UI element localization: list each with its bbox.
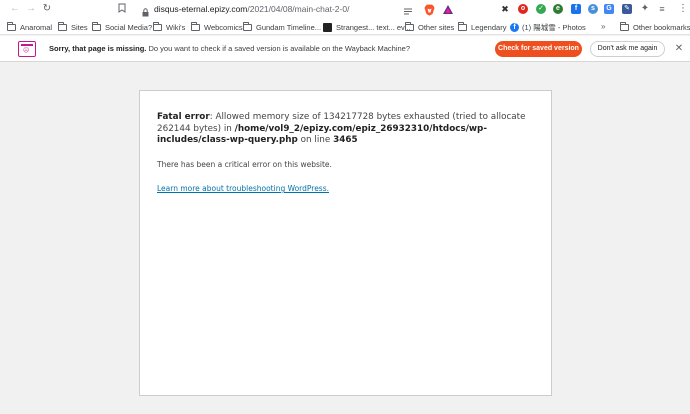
site-favicon-icon	[323, 22, 332, 32]
bookmark-icon[interactable]	[118, 3, 128, 15]
folder-icon	[405, 21, 414, 31]
wayback-sad-page-icon: ☹	[18, 41, 36, 57]
folder-icon	[243, 21, 252, 31]
bookmark-folder-sites[interactable]: Sites	[58, 21, 88, 33]
kebab-menu-icon[interactable]: ⋮	[678, 3, 688, 15]
folder-icon	[458, 21, 467, 31]
bookmark-folder-webcomics[interactable]: Webcomics	[191, 21, 243, 33]
bookmark-folder-wikis[interactable]: Wiki's	[153, 21, 185, 33]
extension-pen-icon[interactable]: ✎	[622, 4, 632, 14]
bookmark-strangest-text[interactable]: Strangest... text... ev...	[323, 21, 410, 33]
reader-mode-icon[interactable]	[403, 4, 413, 15]
bookmark-facebook-photos[interactable]: f (1) 陽城雪 - Photos	[510, 21, 586, 33]
infobar-message: Sorry, that page is missing. Do you want…	[49, 44, 411, 53]
extension-green-icon[interactable]: e	[553, 4, 563, 14]
crossed-tools-icon[interactable]: ✖	[500, 4, 510, 14]
brave-shields-icon[interactable]	[424, 3, 435, 16]
critical-error-text: There has been a critical error on this …	[157, 160, 332, 169]
puzzle-extensions-icon[interactable]: ✦	[640, 4, 650, 14]
translate-icon[interactable]: G	[604, 4, 614, 14]
close-icon[interactable]: ✕	[674, 43, 684, 55]
shield-check-icon[interactable]: ✓	[536, 4, 546, 14]
extension-clock-icon[interactable]: s	[588, 4, 598, 14]
troubleshooting-link[interactable]: Learn more about troubleshooting WordPre…	[157, 184, 329, 194]
browser-toolbar: ← → ↻ disqus-eternal.epizy.com/2021/04/0…	[0, 0, 690, 19]
folder-icon	[58, 21, 67, 31]
ublock-icon[interactable]: o	[518, 4, 528, 14]
forward-arrow-icon[interactable]: →	[25, 3, 37, 15]
folder-icon	[92, 21, 101, 31]
extension-blue-icon[interactable]: f	[571, 4, 581, 14]
bookmark-folder-other-sites[interactable]: Other sites	[405, 21, 454, 33]
check-saved-version-button[interactable]: Check for saved version	[495, 41, 582, 57]
bookmark-folder-legendary[interactable]: Legendary	[458, 21, 506, 33]
bookmark-folder-social-media[interactable]: Social Media?	[92, 21, 152, 33]
bookmark-folder-gundam-timeline[interactable]: Gundam Timeline...	[243, 21, 321, 33]
back-arrow-icon[interactable]: ←	[9, 3, 21, 15]
bookmark-folder-anaromal[interactable]: Anaromal	[7, 21, 52, 33]
page-content: Fatal error: Allowed memory size of 1342…	[0, 63, 690, 414]
folder-icon	[153, 21, 162, 31]
bookmarks-overflow-icon[interactable]: »	[601, 21, 605, 33]
wayback-infobar: ☹ Sorry, that page is missing. Do you wa…	[0, 36, 690, 62]
folder-icon	[191, 21, 200, 31]
brave-rewards-icon[interactable]	[442, 3, 454, 15]
bookmark-folder-other-bookmarks[interactable]: Other bookmarks	[620, 21, 690, 33]
dont-ask-again-button[interactable]: Don't ask me again	[590, 41, 665, 57]
url-text[interactable]: disqus-eternal.epizy.com/2021/04/08/main…	[154, 3, 349, 15]
reading-list-icon[interactable]: ≡	[657, 4, 667, 14]
error-panel: Fatal error: Allowed memory size of 1342…	[139, 90, 552, 396]
lock-icon[interactable]	[142, 4, 149, 17]
folder-icon	[7, 21, 16, 31]
facebook-icon: f	[510, 22, 519, 32]
folder-icon	[620, 21, 629, 31]
fatal-error-message: Fatal error: Allowed memory size of 1342…	[157, 112, 526, 145]
reload-icon[interactable]: ↻	[41, 3, 53, 15]
bookmarks-bar: Anaromal Sites Social Media? Wiki's Webc…	[0, 19, 690, 35]
